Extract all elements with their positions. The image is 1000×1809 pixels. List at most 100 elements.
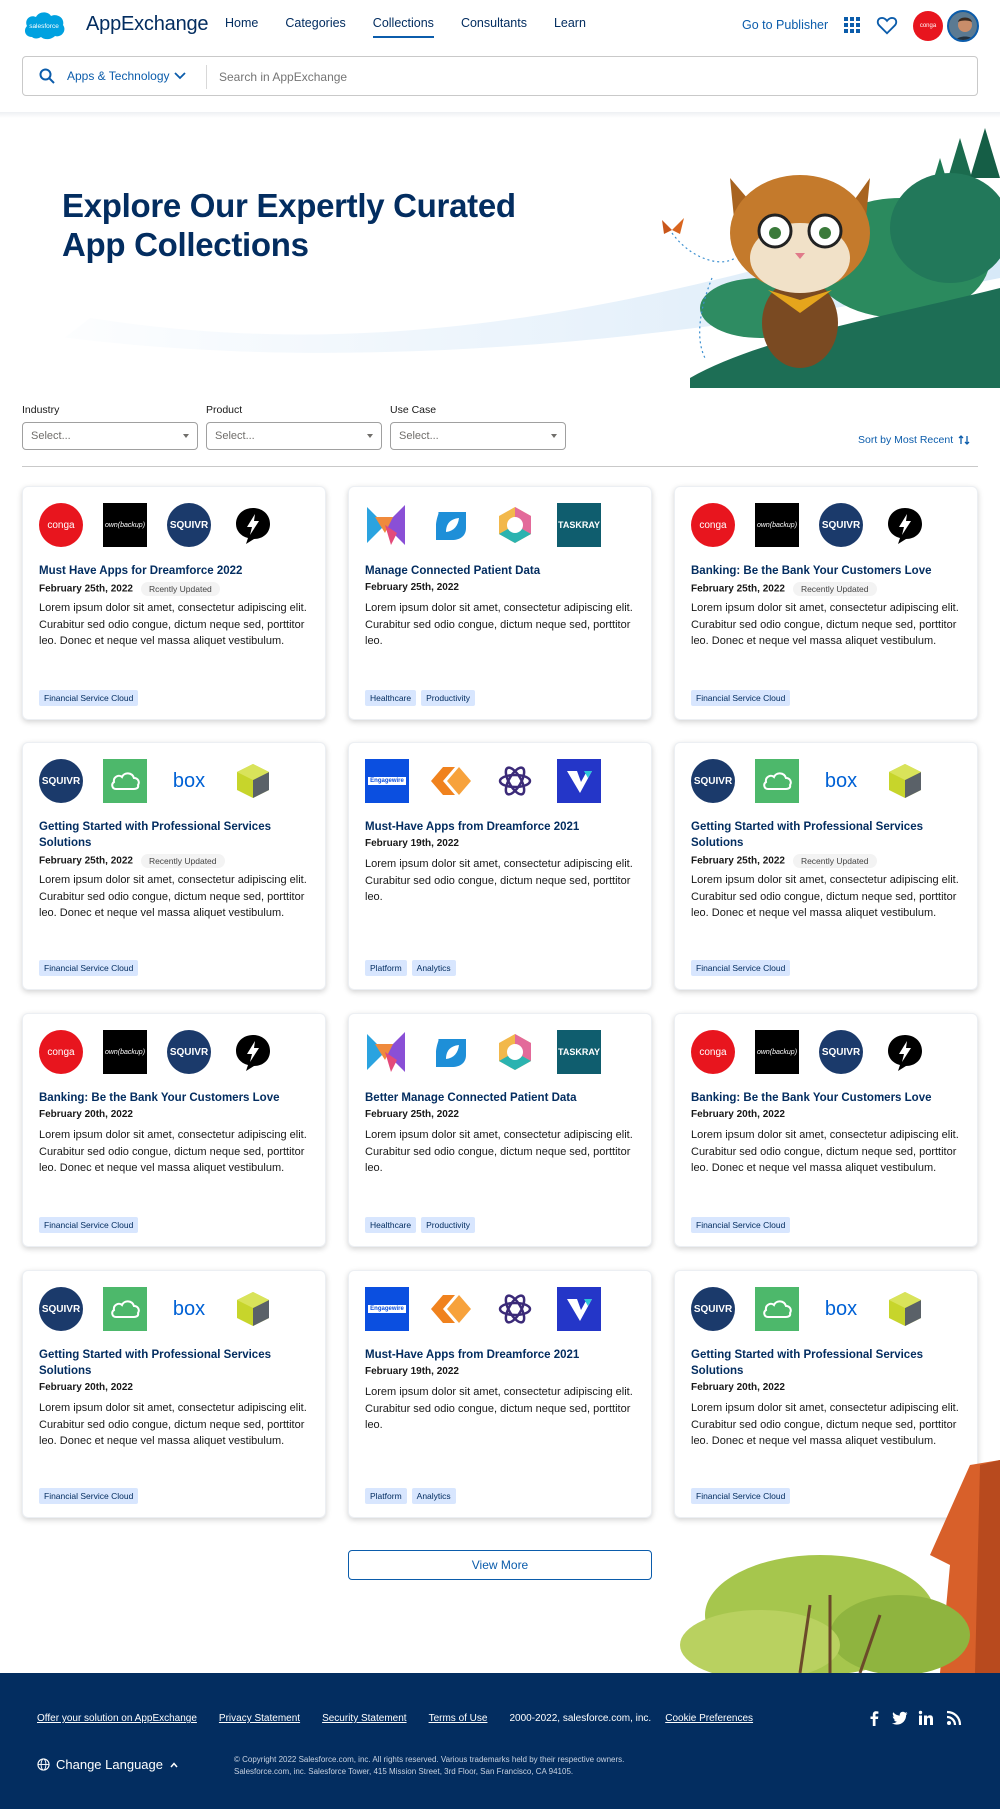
- collection-card[interactable]: Engagewire Must-Have Apps from Dreamforce…: [348, 1270, 652, 1518]
- nav-collections[interactable]: Collections: [372, 16, 434, 38]
- collection-card[interactable]: TASKRAY Manage Connected Patient Data Febr…: [348, 486, 652, 720]
- tag-pill[interactable]: Financial Service Cloud: [691, 690, 791, 706]
- app-logo-cloud-icon[interactable]: [103, 1287, 147, 1331]
- app-logo-box-icon[interactable]: box: [167, 1287, 211, 1331]
- tag-pill[interactable]: Financial Service Cloud: [39, 960, 139, 976]
- app-logo-engagewire-icon[interactable]: Engagewire: [365, 1287, 409, 1331]
- chevron-down-icon[interactable]: [173, 69, 187, 83]
- app-logo-cloud-icon[interactable]: [755, 759, 799, 803]
- app-logo-own-backup--icon[interactable]: own(backup): [755, 1030, 799, 1074]
- app-logo-cloud-icon[interactable]: [755, 1287, 799, 1331]
- nav-home[interactable]: Home: [225, 16, 258, 38]
- nav-categories[interactable]: Categories: [285, 16, 345, 38]
- nav-consultants[interactable]: Consultants: [461, 16, 527, 38]
- collection-card[interactable]: SQUIVR box Getting Started with Profession…: [674, 742, 978, 990]
- app-logo-atom-icon[interactable]: [493, 759, 537, 803]
- app-logo-conga-icon[interactable]: conga: [691, 1030, 735, 1074]
- app-logo-squivr-icon[interactable]: SQUIVR: [691, 1287, 735, 1331]
- collection-card[interactable]: SQUIVR box Getting Started with Profession…: [22, 1270, 326, 1518]
- app-logo-chevrons-icon[interactable]: [429, 759, 473, 803]
- card-title[interactable]: Banking: Be the Bank Your Customers Love: [691, 1090, 966, 1106]
- org-avatar[interactable]: conga: [913, 11, 943, 41]
- app-logo-engagewire-icon[interactable]: Engagewire: [365, 759, 409, 803]
- card-title[interactable]: Getting Started with Professional Servic…: [691, 1347, 966, 1379]
- app-logo-taskray-icon[interactable]: TASKRAY: [557, 503, 601, 547]
- footer-terms-link[interactable]: Terms of Use: [429, 1713, 488, 1724]
- collection-card[interactable]: Engagewire Must-Have Apps from Dreamforce…: [348, 742, 652, 990]
- use-case-select[interactable]: Select...: [390, 422, 566, 450]
- brand-name[interactable]: AppExchange: [86, 13, 209, 36]
- card-title[interactable]: Getting Started with Professional Servic…: [39, 1347, 314, 1379]
- footer-offer-link[interactable]: Offer your solution on AppExchange: [37, 1713, 197, 1724]
- tag-pill[interactable]: Financial Service Cloud: [39, 1488, 139, 1504]
- app-logo-bolt-icon[interactable]: [883, 503, 927, 547]
- app-logo-cube-icon[interactable]: [231, 1287, 275, 1331]
- collection-card[interactable]: conga own(backup) SQUIVR Must Have Apps for…: [22, 486, 326, 720]
- tag-pill[interactable]: Platform: [365, 960, 407, 976]
- app-logo-hex-icon[interactable]: [493, 1030, 537, 1074]
- footer-security-link[interactable]: Security Statement: [322, 1713, 406, 1724]
- search-input[interactable]: [219, 66, 959, 88]
- view-more-button[interactable]: View More: [348, 1550, 652, 1580]
- app-logo-cloud-icon[interactable]: [103, 759, 147, 803]
- rss-icon[interactable]: [946, 1710, 962, 1726]
- salesforce-logo-icon[interactable]: salesforce: [22, 10, 66, 40]
- app-logo-box-icon[interactable]: box: [167, 759, 211, 803]
- card-title[interactable]: Banking: Be the Bank Your Customers Love: [691, 563, 966, 579]
- facebook-icon[interactable]: [866, 1710, 882, 1726]
- tag-pill[interactable]: Financial Service Cloud: [39, 1217, 139, 1233]
- app-logo-v-icon[interactable]: [557, 759, 601, 803]
- favorites-heart-icon[interactable]: [876, 14, 898, 36]
- app-logo-conga-icon[interactable]: conga: [691, 503, 735, 547]
- product-select[interactable]: Select...: [206, 422, 382, 450]
- app-logo-own-backup--icon[interactable]: own(backup): [755, 503, 799, 547]
- card-title[interactable]: Getting Started with Professional Servic…: [39, 819, 314, 851]
- user-avatar[interactable]: [947, 10, 979, 42]
- app-logo-taskray-icon[interactable]: TASKRAY: [557, 1030, 601, 1074]
- collection-card[interactable]: conga own(backup) SQUIVR Banking: Be the Ba…: [674, 1013, 978, 1247]
- linkedin-icon[interactable]: [918, 1710, 934, 1726]
- collection-card[interactable]: conga own(backup) SQUIVR Banking: Be the Ba…: [674, 486, 978, 720]
- collection-card[interactable]: SQUIVR box Getting Started with Profession…: [22, 742, 326, 990]
- app-launcher-icon[interactable]: [844, 17, 860, 33]
- card-title[interactable]: Getting Started with Professional Servic…: [691, 819, 966, 851]
- app-logo-kite-icon[interactable]: [365, 1030, 409, 1074]
- app-logo-bolt-icon[interactable]: [883, 1030, 927, 1074]
- tag-pill[interactable]: Financial Service Cloud: [39, 690, 139, 706]
- tag-pill[interactable]: Productivity: [421, 690, 476, 706]
- go-to-publisher-link[interactable]: Go to Publisher: [742, 18, 828, 32]
- sort-button[interactable]: Sort by Most Recent: [858, 434, 953, 446]
- app-logo-cube-icon[interactable]: [883, 759, 927, 803]
- card-title[interactable]: Must-Have Apps from Dreamforce 2021: [365, 819, 640, 835]
- nav-learn[interactable]: Learn: [554, 16, 586, 38]
- app-logo-leaf-icon[interactable]: [429, 503, 473, 547]
- twitter-icon[interactable]: [892, 1710, 908, 1726]
- app-logo-bolt-icon[interactable]: [231, 503, 275, 547]
- sort-arrows-icon[interactable]: [958, 434, 970, 446]
- app-logo-squivr-icon[interactable]: SQUIVR: [819, 503, 863, 547]
- app-logo-hex-icon[interactable]: [493, 503, 537, 547]
- app-logo-squivr-icon[interactable]: SQUIVR: [691, 759, 735, 803]
- tag-pill[interactable]: Platform: [365, 1488, 407, 1504]
- tag-pill[interactable]: Financial Service Cloud: [691, 960, 791, 976]
- tag-pill[interactable]: Productivity: [421, 1217, 476, 1233]
- industry-select[interactable]: Select...: [22, 422, 198, 450]
- app-logo-leaf-icon[interactable]: [429, 1030, 473, 1074]
- tag-pill[interactable]: Healthcare: [365, 690, 417, 706]
- app-logo-bolt-icon[interactable]: [231, 1030, 275, 1074]
- app-logo-chevrons-icon[interactable]: [429, 1287, 473, 1331]
- collection-card[interactable]: conga own(backup) SQUIVR Banking: Be the Ba…: [22, 1013, 326, 1247]
- app-logo-cube-icon[interactable]: [883, 1287, 927, 1331]
- app-logo-v-icon[interactable]: [557, 1287, 601, 1331]
- app-logo-squivr-icon[interactable]: SQUIVR: [39, 1287, 83, 1331]
- category-select[interactable]: Apps & Technology: [67, 69, 170, 83]
- card-title[interactable]: Banking: Be the Bank Your Customers Love: [39, 1090, 314, 1106]
- app-logo-own-backup--icon[interactable]: own(backup): [103, 503, 147, 547]
- app-logo-squivr-icon[interactable]: SQUIVR: [819, 1030, 863, 1074]
- app-logo-squivr-icon[interactable]: SQUIVR: [167, 503, 211, 547]
- app-logo-conga-icon[interactable]: conga: [39, 1030, 83, 1074]
- tag-pill[interactable]: Financial Service Cloud: [691, 1217, 791, 1233]
- tag-pill[interactable]: Healthcare: [365, 1217, 417, 1233]
- collection-card[interactable]: TASKRAY Better Manage Connected Patient D…: [348, 1013, 652, 1247]
- search-icon[interactable]: [38, 67, 56, 85]
